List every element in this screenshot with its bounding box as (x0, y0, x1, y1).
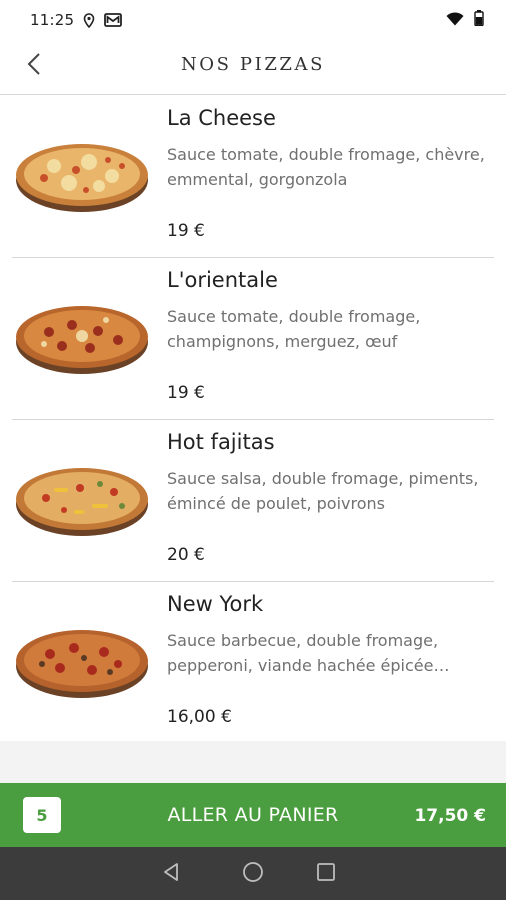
pizza-description: Sauce barbecue, double fromage, pepperon… (167, 631, 450, 675)
location-icon (83, 12, 95, 28)
pizza-item-hot-fajitas[interactable]: Hot fajitas Sauce salsa, double fromage,… (12, 420, 494, 582)
pizza-item-new-york[interactable]: New York Sauce barbecue, double fromage,… (12, 582, 494, 744)
home-circle-icon (242, 861, 264, 887)
nav-recents-button[interactable] (313, 861, 339, 887)
pizza-item-lorientale[interactable]: L'orientale Sauce tomate, double fromage… (12, 258, 494, 420)
nav-back-button[interactable] (158, 861, 184, 887)
pizza-description: Sauce tomate, double fromage, chèvre, em… (167, 145, 485, 189)
status-bar: 11:25 (0, 0, 506, 40)
wifi-icon (446, 11, 464, 30)
page-title: NOS PIZZAS (180, 54, 326, 75)
status-time: 11:25 (30, 11, 75, 29)
app-header: NOS PIZZAS (0, 40, 506, 95)
pizza-name: La Cheese (167, 106, 276, 130)
nav-home-button[interactable] (240, 861, 266, 887)
cart-total: 17,50 € (414, 806, 486, 826)
pizza-price: 16,00 € (167, 707, 232, 727)
pizza-description: Sauce tomate, double fromage, champignon… (167, 307, 421, 351)
pizza-list: La Cheese Sauce tomate, double fromage, … (0, 96, 506, 744)
go-to-cart-button[interactable]: 5 ALLER AU PANIER 17,50 € (0, 783, 506, 847)
pizza-name: L'orientale (167, 268, 278, 292)
mail-icon (104, 13, 123, 27)
pizza-image (16, 630, 148, 698)
pizza-item-la-cheese[interactable]: La Cheese Sauce tomate, double fromage, … (12, 96, 494, 258)
pizza-price: 19 € (167, 383, 205, 403)
pizza-description: Sauce salsa, double fromage, piments, ém… (167, 469, 479, 513)
pizza-price: 20 € (167, 545, 205, 565)
pizza-image (16, 144, 148, 212)
recents-square-icon (316, 862, 336, 886)
list-footer-spacer (0, 741, 506, 783)
system-nav-bar (0, 847, 506, 900)
pizza-name: New York (167, 592, 264, 616)
back-triangle-icon (162, 862, 180, 886)
pizza-name: Hot fajitas (167, 430, 275, 454)
battery-icon (474, 10, 484, 30)
pizza-price: 19 € (167, 221, 205, 241)
pizza-image (16, 306, 148, 374)
pizza-image (16, 468, 148, 536)
